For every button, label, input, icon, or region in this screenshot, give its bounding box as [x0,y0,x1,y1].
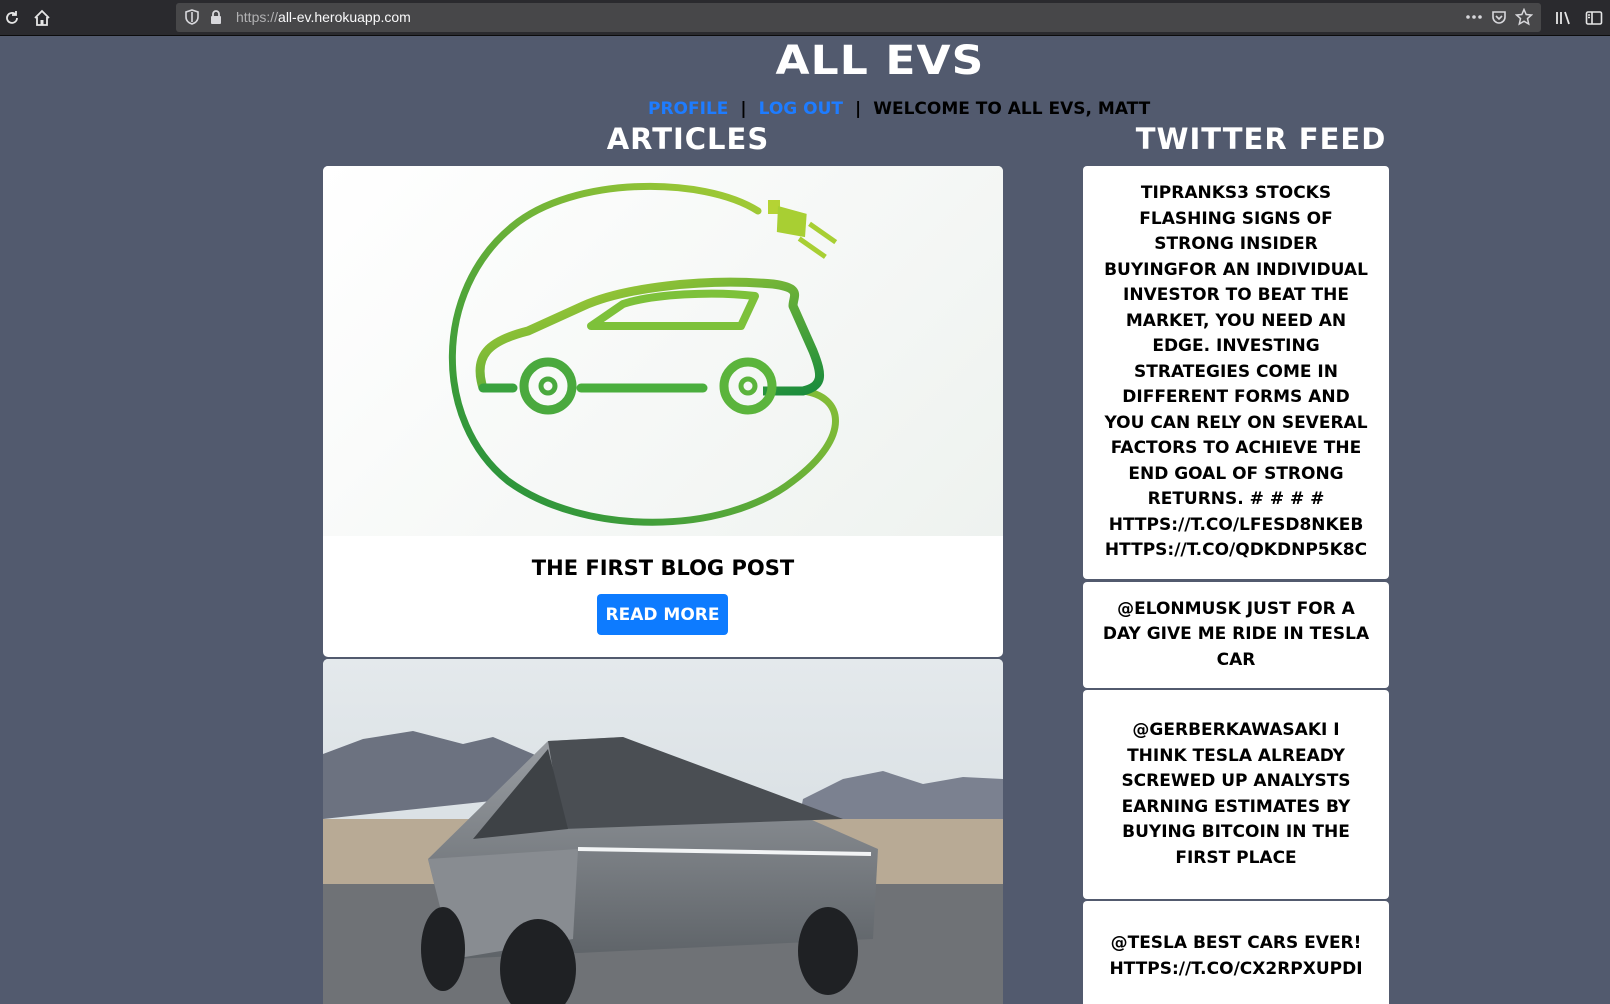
tweet-text: @elonmusk just for a day give me ride in… [1102,598,1370,670]
site-title: All EVs [775,38,985,84]
tesla-cybertruck-photo[interactable] [323,659,1003,1004]
twitter-feed-heading: Twitter Feed [1135,122,1387,156]
tweet-card: @elonmusk just for a day give me ride in… [1083,582,1389,688]
home-icon[interactable] [30,6,54,30]
library-icon[interactable] [1552,6,1576,30]
browser-toolbar: https://all-ev.herokuapp.com [0,0,1610,36]
pocket-icon[interactable] [1489,7,1509,27]
tweet-text: TipRanks3 Stocks Flashing Signs of Stron… [1104,183,1368,561]
tweet-card: TipRanks3 Stocks Flashing Signs of Stron… [1083,166,1389,579]
nav-logout-link[interactable]: Log Out [759,99,843,119]
url-text[interactable]: https://all-ev.herokuapp.com [236,9,411,25]
welcome-message: Welcome to All EVs, Matt [873,99,1151,119]
nav-separator: | [855,99,862,119]
tweet-text: @GerberKawasaki I think Tesla already sc… [1121,720,1351,868]
tweet-text: @Tesla Best cars ever! https://t.co/cX2r… [1109,933,1363,979]
read-more-button[interactable]: Read More [597,594,728,635]
more-icon[interactable] [1464,7,1484,27]
article-title: The First Blog Post [531,556,795,580]
ev-car-plug-logo [448,182,839,526]
url-protocol: https:// [236,9,279,25]
article-card [323,659,1003,1004]
lock-icon[interactable] [206,7,226,27]
top-nav: Profile | Log Out | Welcome to All EVs, … [648,96,1150,122]
shield-icon[interactable] [182,7,202,27]
nav-profile-link[interactable]: Profile [648,99,728,119]
bookmark-star-icon[interactable] [1514,7,1534,27]
article-card: The First Blog Post Read More [323,166,1003,657]
articles-heading: Articles [606,122,770,156]
url-host: all-ev.herokuapp.com [278,9,411,25]
article-image[interactable] [323,166,1003,536]
tweet-card: @Tesla Best cars ever! https://t.co/cX2r… [1083,901,1389,1004]
url-bar[interactable]: https://all-ev.herokuapp.com [176,3,1541,32]
sidebar-icon[interactable] [1582,6,1606,30]
nav-separator: | [740,99,747,119]
tweet-card: @GerberKawasaki I think Tesla already sc… [1083,690,1389,899]
reload-icon[interactable] [0,6,24,30]
